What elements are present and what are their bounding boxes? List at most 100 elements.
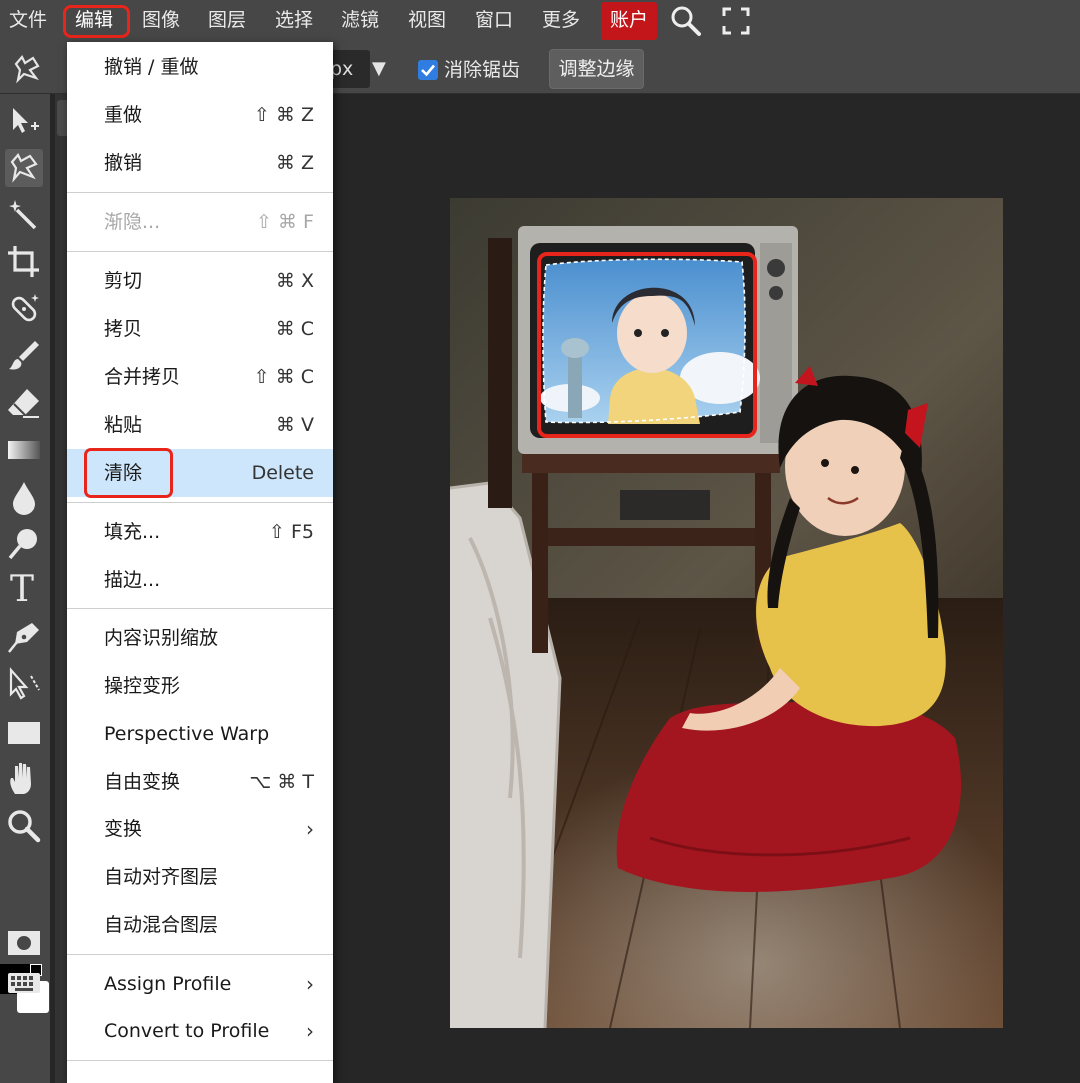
menu-item-shortcut: ⌘ C [275,318,314,340]
account-button[interactable]: 账户 [601,2,657,40]
menu-item-label: 重做 [104,104,143,126]
edit-menu-highlight-box [63,5,130,38]
fullscreen-icon[interactable] [719,4,753,38]
crop-icon[interactable] [5,243,43,281]
menu-item-free-transform[interactable]: 自由变换 ⌥ ⌘ T [67,758,333,806]
menu-item-assign-profile[interactable]: Assign Profile › [67,960,333,1008]
menu-item-shortcut: ⌘ X [275,270,314,292]
menu-item-label: 粘贴 [104,414,143,436]
menu-item-shortcut: ⇧ ⌘ Z [253,104,314,126]
chevron-right-icon: › [306,817,314,841]
menu-item-shortcut: ⇧ ⌘ C [253,366,314,388]
menu-item-fade: 渐隐... ⇧ ⌘ F [67,198,333,246]
menu-divider [67,608,333,609]
feather-unit: px [330,58,354,80]
eraser-icon[interactable] [5,384,43,422]
lasso-preset-icon[interactable] [10,52,44,86]
menu-select[interactable]: 选择 [275,0,313,42]
menu-filter[interactable]: 滤镜 [341,0,379,42]
tools-panel: T [0,94,50,1083]
search-icon[interactable] [669,4,703,38]
brush-icon[interactable] [5,337,43,375]
menu-view[interactable]: 视图 [408,0,446,42]
menu-item-label: 合并拷贝 [104,366,181,388]
chevron-right-icon: › [306,972,314,996]
panel-strip [55,94,67,1083]
move-tool-icon[interactable] [5,102,43,140]
magic-wand-icon[interactable] [5,196,43,234]
menu-item-transform[interactable]: 变换 › [67,805,333,853]
menu-item-shortcut: ⌘ V [275,414,314,436]
lasso-tool-icon[interactable] [5,149,43,187]
menu-item-copy[interactable]: 拷贝 ⌘ C [67,305,333,353]
menu-divider [67,954,333,955]
menu-item-label: Assign Profile [104,973,232,995]
text-tool-icon[interactable]: T [5,569,43,610]
antialias-checkbox[interactable] [418,60,438,80]
menu-item-shortcut: ⌘ Z [275,152,314,174]
menu-divider [67,192,333,193]
clear-item-highlight-box [84,448,173,498]
menu-item-auto-align-layers[interactable]: 自动对齐图层 [67,853,333,901]
rectangle-tool-icon[interactable] [5,713,43,751]
menu-item-shortcut: ⇧ ⌘ F [256,211,314,233]
menu-divider [67,502,333,503]
canvas-photo[interactable] [450,198,1003,1028]
menu-item-label: 变换 [104,818,143,840]
antialias-label: 消除锯齿 [444,59,521,81]
menu-item-label: 渐隐... [104,211,161,233]
menu-item-paste[interactable]: 粘贴 ⌘ V [67,401,333,449]
menu-item-stroke[interactable]: 描边... [67,556,333,604]
mask-icon[interactable] [5,924,43,962]
dodge-icon[interactable] [5,525,43,563]
menu-item-perspective-warp[interactable]: Perspective Warp [67,710,333,758]
edit-menu-dropdown: 撤销 / 重做 重做 ⇧ ⌘ Z 撤销 ⌘ Z 渐隐... ⇧ ⌘ F 剪切 ⌘… [67,42,333,1083]
gradient-icon[interactable] [5,431,43,469]
menu-item-label: Convert to Profile [104,1020,270,1042]
menu-image[interactable]: 图像 [142,0,180,42]
menu-item-puppet-warp[interactable]: 操控变形 [67,662,333,710]
menu-divider [67,251,333,252]
menu-item-label: 拷贝 [104,318,143,340]
menu-window[interactable]: 窗口 [475,0,513,42]
menu-item-auto-blend-layers[interactable]: 自动混合图层 [67,901,333,949]
menu-item-redo[interactable]: 重做 ⇧ ⌘ Z [67,91,333,139]
menu-item-fill[interactable]: 填充... ⇧ F5 [67,508,333,556]
menu-item-shortcut: ⇧ F5 [269,521,314,543]
blur-icon[interactable] [5,478,43,516]
menu-item-label: 自动混合图层 [104,914,219,936]
menubar: 文件 编辑 图像 图层 选择 滤镜 视图 窗口 更多 账户 [0,0,1080,42]
hand-tool-icon[interactable] [5,760,43,798]
menu-item-label: Perspective Warp [104,723,270,745]
menu-divider [67,1060,333,1061]
pen-tool-icon[interactable] [5,619,43,657]
menu-item-undo-redo[interactable]: 撤销 / 重做 [67,43,333,91]
menu-item-label: 剪切 [104,270,143,292]
menu-item-label: 填充... [104,521,161,543]
chevron-down-icon[interactable]: ▼ [372,52,386,86]
menu-item-label: 撤销 / 重做 [104,56,199,78]
refine-edge-button[interactable]: 调整边缘 [549,49,644,89]
menu-item-undo[interactable]: 撤销 ⌘ Z [67,139,333,187]
keyboard-icon[interactable] [5,964,43,1002]
chevron-right-icon: › [306,1019,314,1043]
menu-file[interactable]: 文件 [9,0,47,42]
menu-item-label: 自由变换 [104,771,181,793]
menu-item-content-aware-scale[interactable]: 内容识别缩放 [67,614,333,662]
menu-item-shortcut: ⌥ ⌘ T [249,771,314,793]
menu-more[interactable]: 更多 [542,0,580,42]
menu-layer[interactable]: 图层 [208,0,246,42]
menu-item-convert-to-profile[interactable]: Convert to Profile › [67,1007,333,1055]
healing-brush-icon[interactable] [5,290,43,328]
menu-item-label: 内容识别缩放 [104,627,219,649]
menu-item-copy-merged[interactable]: 合并拷贝 ⇧ ⌘ C [67,353,333,401]
zoom-tool-icon[interactable] [5,807,43,845]
text-tool-glyph: T [10,569,35,610]
menu-item-label: 操控变形 [104,675,181,697]
menu-item-label: 撤销 [104,152,143,174]
path-select-icon[interactable] [5,666,43,704]
menu-item-label: 描边... [104,569,161,591]
menu-item-shortcut: Delete [251,462,314,484]
menu-item-cut[interactable]: 剪切 ⌘ X [67,257,333,305]
menu-item-label: 自动对齐图层 [104,866,219,888]
